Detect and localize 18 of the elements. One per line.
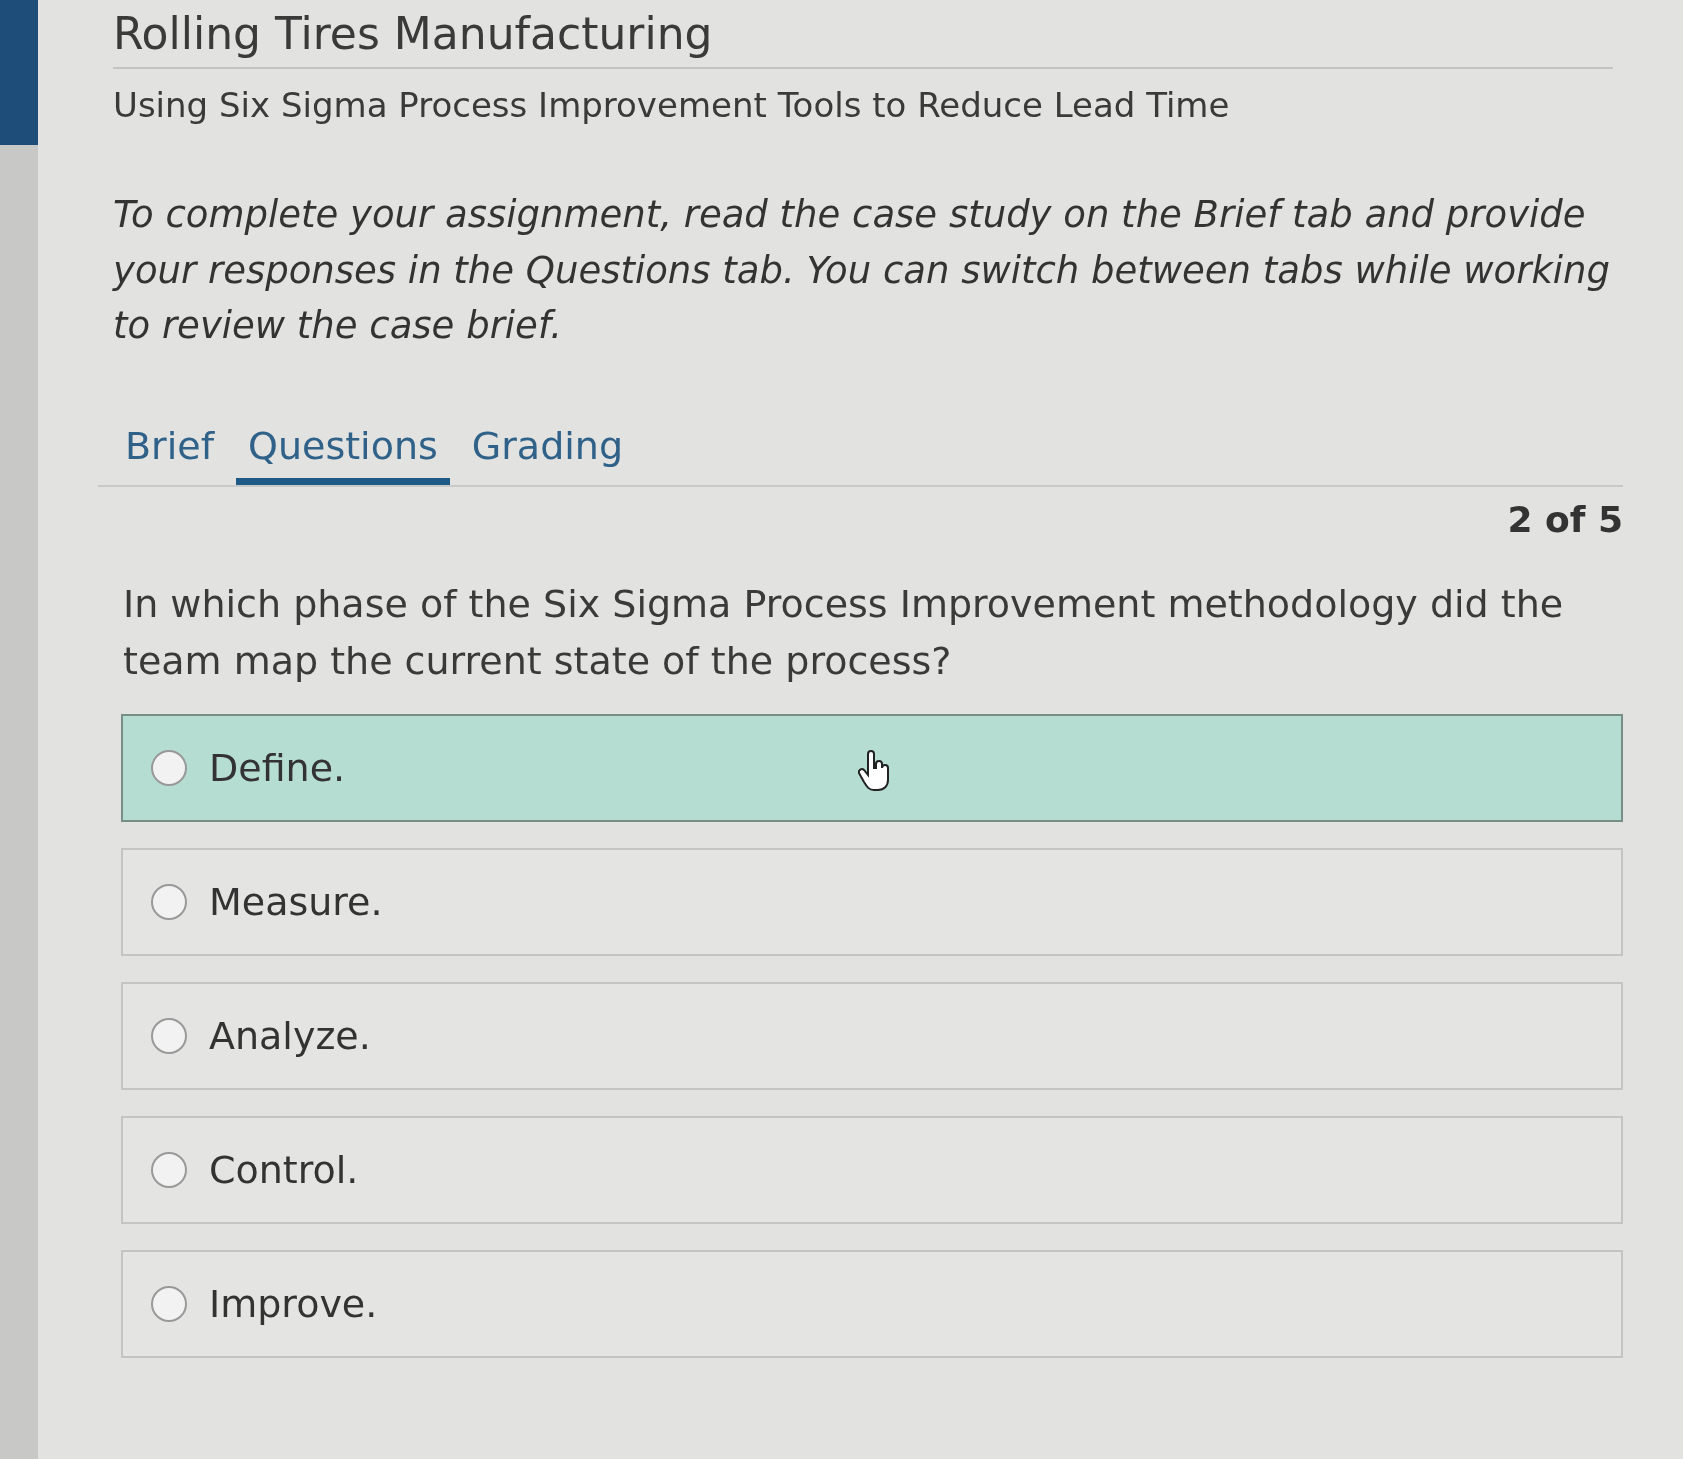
question-text: In which phase of the Six Sigma Process Improvement methodology did the team map the current state of the process? — [122, 580, 1565, 685]
question-counter: 2 of 5 — [1507, 498, 1623, 540]
answer-option[interactable]: Analyze. — [121, 981, 1623, 1090]
radio-button[interactable] — [151, 749, 187, 786]
tab[interactable]: Questions — [236, 423, 450, 485]
answer-option[interactable]: Measure. — [121, 847, 1623, 956]
instructions-text: To complete your assignment, read the case study on the Brief tab and provide your responses in the Questions tab. You can switch between tabs while working to review the case brief. — [113, 192, 1612, 349]
radio-button[interactable] — [151, 1285, 187, 1322]
radio-button[interactable] — [151, 1151, 187, 1188]
page-subtitle: Using Six Sigma Process Improvement Tools to Reduce Lead Time — [113, 85, 1231, 125]
page-title: Rolling Tires Manufacturing — [113, 8, 1613, 69]
radio-button[interactable] — [151, 1017, 187, 1054]
answer-option[interactable]: Control. — [121, 1115, 1623, 1224]
answer-option[interactable]: Improve. — [121, 1249, 1623, 1358]
tab[interactable]: Brief — [113, 423, 226, 485]
tab[interactable]: Grading — [459, 423, 636, 485]
answer-option[interactable]: Define. — [121, 713, 1623, 822]
radio-button[interactable] — [151, 883, 187, 920]
